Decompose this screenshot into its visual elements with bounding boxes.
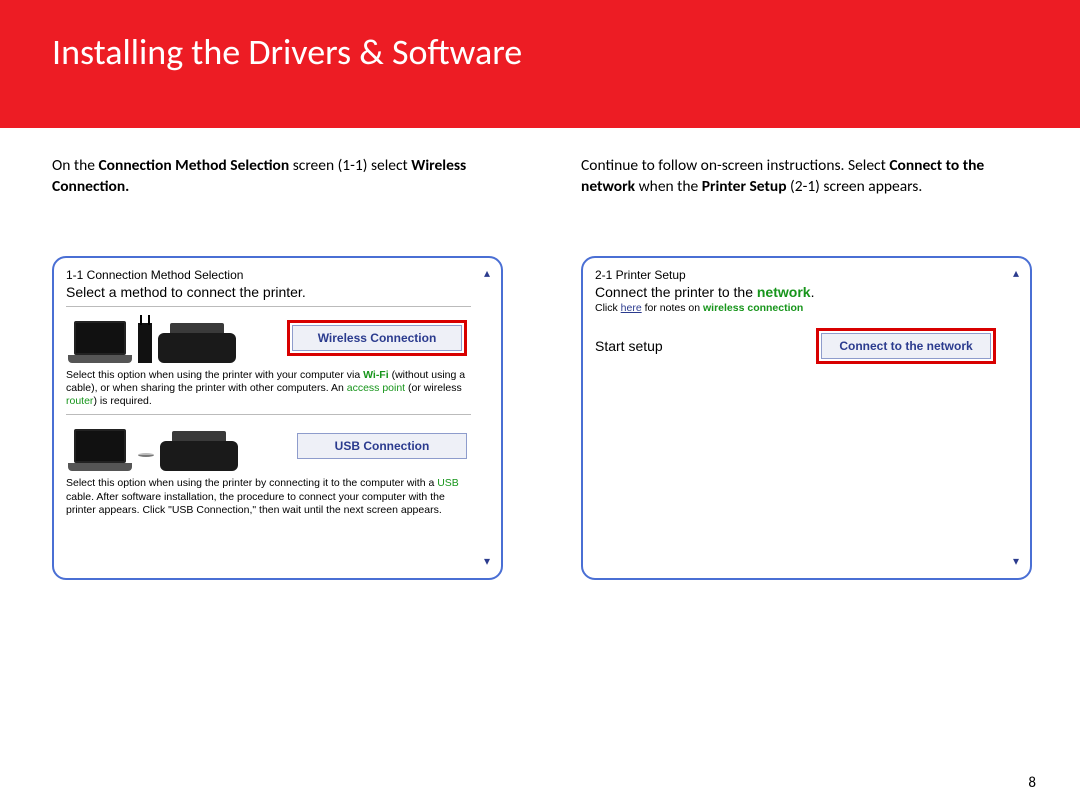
page-header: Installing the Drivers & Software bbox=[0, 0, 1080, 128]
right-intro-text: Continue to follow on-screen instruction… bbox=[581, 156, 1032, 198]
printer-icon bbox=[158, 323, 236, 363]
left-intro-text: On the Connection Method Selection scree… bbox=[52, 156, 503, 198]
dialog-subtitle: Select a method to connect the printer. bbox=[66, 284, 471, 300]
right-column: Continue to follow on-screen instruction… bbox=[581, 156, 1032, 580]
page-number: 8 bbox=[1028, 774, 1036, 792]
scroll-up-icon[interactable]: ▴ bbox=[1008, 266, 1024, 282]
connect-line: Connect the printer to the network. bbox=[595, 284, 1000, 300]
start-setup-row: Start setup Connect to the network bbox=[595, 328, 1000, 364]
scroll-up-icon[interactable]: ▴ bbox=[479, 266, 495, 282]
printer-icon bbox=[160, 431, 238, 471]
wireless-highlight: Wireless Connection bbox=[287, 320, 467, 356]
page-title: Installing the Drivers & Software bbox=[52, 0, 522, 74]
scroll-down-icon[interactable]: ▾ bbox=[1008, 554, 1024, 570]
dialog-title: 1-1 Connection Method Selection bbox=[66, 268, 471, 282]
connection-method-dialog: ▴ ▾ 1-1 Connection Method Selection Sele… bbox=[52, 256, 503, 580]
notes-line: Click here for notes on wireless connect… bbox=[595, 302, 1000, 314]
scroll-down-icon[interactable]: ▾ bbox=[479, 554, 495, 570]
left-column: On the Connection Method Selection scree… bbox=[52, 156, 503, 580]
printer-setup-dialog: ▴ ▾ 2-1 Printer Setup Connect the printe… bbox=[581, 256, 1032, 580]
connect-highlight: Connect to the network bbox=[816, 328, 996, 364]
content-row: On the Connection Method Selection scree… bbox=[0, 128, 1080, 580]
router-icon bbox=[138, 323, 152, 363]
wireless-description: Select this option when using the printe… bbox=[66, 369, 471, 415]
usb-graphic bbox=[66, 421, 238, 471]
usb-row: USB Connection bbox=[66, 421, 471, 471]
laptop-icon bbox=[68, 429, 132, 471]
wireless-graphic bbox=[66, 313, 238, 363]
wireless-row: Wireless Connection bbox=[66, 313, 471, 363]
usb-connection-button[interactable]: USB Connection bbox=[297, 433, 467, 459]
wireless-connection-button[interactable]: Wireless Connection bbox=[292, 325, 462, 351]
cable-icon bbox=[138, 453, 154, 457]
laptop-icon bbox=[68, 321, 132, 363]
start-setup-label: Start setup bbox=[595, 338, 663, 354]
dialog-title: 2-1 Printer Setup bbox=[595, 268, 1000, 282]
usb-description: Select this option when using the printe… bbox=[66, 477, 471, 522]
connect-to-network-button[interactable]: Connect to the network bbox=[821, 333, 991, 359]
